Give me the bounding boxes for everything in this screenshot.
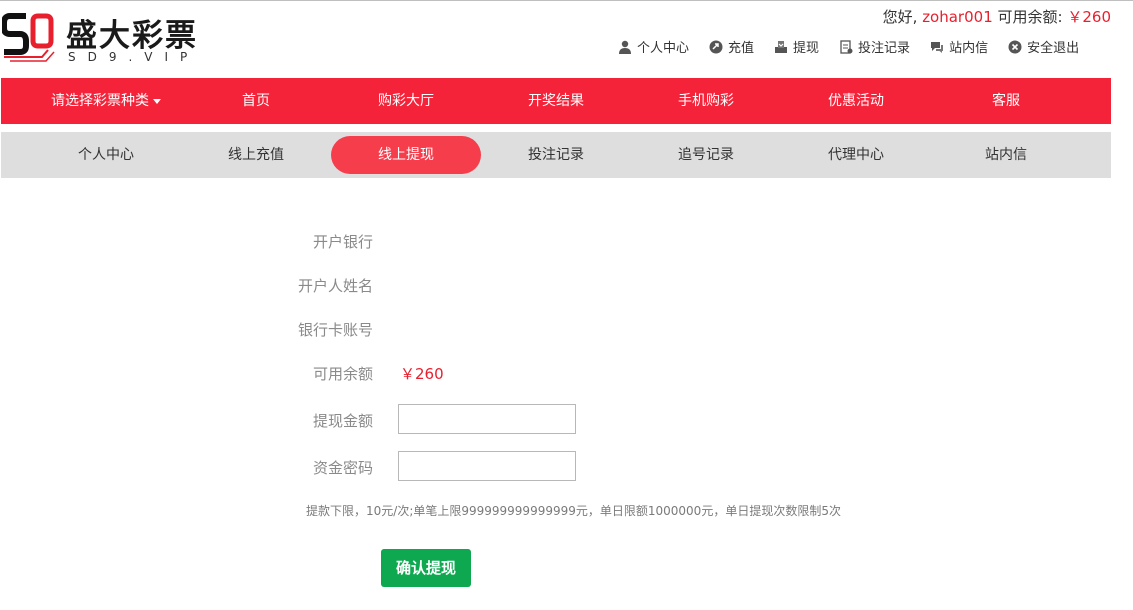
link-label: 充值: [728, 41, 755, 56]
brand-name: 盛大彩票: [66, 18, 198, 54]
nav-promotions[interactable]: 优惠活动: [828, 78, 884, 124]
link-recharge[interactable]: 充值: [709, 37, 754, 56]
logout-icon: [1008, 40, 1022, 53]
tab-bet-record[interactable]: 投注记录: [528, 132, 584, 178]
tab-chase-record[interactable]: 追号记录: [678, 132, 734, 178]
site-logo[interactable]: 盛大彩票 SD9.VIP: [2, 8, 232, 70]
bet-record-icon: [840, 39, 853, 54]
recharge-icon: [709, 40, 723, 53]
link-label: 站内信: [949, 41, 989, 56]
link-logout[interactable]: 安全退出: [1008, 37, 1079, 56]
link-withdraw[interactable]: 提现: [774, 37, 819, 56]
withdraw-limit-note: 提款下限，10元/次;单笔上限999999999999999元，单日限额1000…: [306, 504, 841, 518]
nav-customer-service[interactable]: 客服: [992, 78, 1020, 124]
nav-home[interactable]: 首页: [242, 78, 270, 124]
tab-user-center[interactable]: 个人中心: [78, 132, 134, 178]
top-border: [0, 0, 1133, 1]
fund-password-label: 资金密码: [312, 459, 373, 477]
balance-label: 可用余额:: [997, 8, 1063, 26]
tab-online-recharge[interactable]: 线上充值: [228, 132, 284, 178]
withdraw-amount-label: 提现金额: [312, 412, 373, 430]
link-label: 个人中心: [637, 41, 690, 56]
logo-mark-icon: [2, 13, 55, 62]
user-greeting: 您好, zohar001 可用余额: ￥260: [883, 6, 1111, 27]
bank-label: 开户银行: [312, 233, 373, 251]
available-balance-label: 可用余额: [312, 365, 373, 383]
withdraw-amount-input[interactable]: [398, 404, 576, 434]
card-number-label: 银行卡账号: [297, 321, 373, 339]
greeting-text: 您好,: [882, 8, 918, 26]
fund-password-input[interactable]: [398, 451, 576, 481]
nav-lottery-hall[interactable]: 购彩大厅: [378, 78, 434, 124]
user-icon: [619, 40, 631, 54]
brand-domain: SD9.VIP: [68, 50, 200, 64]
link-label: 投注记录: [858, 41, 911, 56]
available-balance-value: ￥260: [400, 365, 444, 383]
nav-lottery-type-dropdown[interactable]: 请选择彩票种类: [51, 78, 161, 124]
username: zohar001: [922, 8, 993, 26]
nav-mobile[interactable]: 手机购彩: [678, 78, 734, 124]
tab-messages[interactable]: 站内信: [985, 132, 1027, 178]
confirm-withdraw-button[interactable]: 确认提现: [381, 549, 471, 587]
main-nav: 请选择彩票种类 首页 购彩大厅 开奖结果 手机购彩 优惠活动 客服: [1, 78, 1111, 124]
withdraw-icon: [775, 40, 788, 53]
link-bet-record[interactable]: 投注记录: [839, 37, 910, 56]
link-user-center[interactable]: 个人中心: [618, 37, 689, 56]
link-messages[interactable]: 站内信: [930, 37, 988, 56]
user-links: 个人中心 充值 提现 投注记录 站内信 安全退出: [618, 37, 1079, 56]
header-balance: ￥260: [1067, 8, 1111, 26]
nav-label: 请选择彩票种类: [51, 93, 149, 109]
tab-online-withdraw[interactable]: 线上提现: [378, 132, 434, 178]
tab-agent-center[interactable]: 代理中心: [828, 132, 884, 178]
message-icon: [931, 41, 944, 53]
account-name-label: 开户人姓名: [297, 277, 373, 295]
nav-draw-results[interactable]: 开奖结果: [528, 78, 584, 124]
sub-nav: 个人中心 线上充值 线上提现 投注记录 追号记录 代理中心 站内信: [1, 132, 1111, 178]
link-label: 提现: [793, 41, 820, 56]
link-label: 安全退出: [1027, 41, 1080, 56]
caret-down-icon: [153, 98, 161, 104]
